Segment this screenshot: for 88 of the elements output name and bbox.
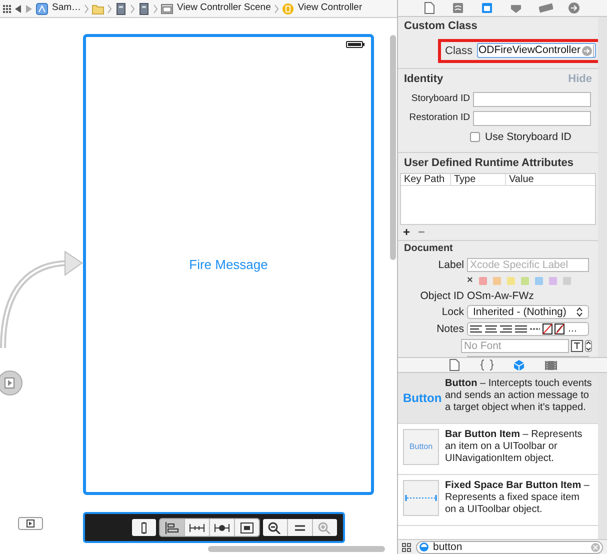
file-icon[interactable] — [448, 359, 462, 371]
section-title: Document — [404, 242, 454, 255]
section-title: User Defined Runtime Attributes — [403, 156, 575, 172]
resize-button[interactable] — [132, 519, 156, 536]
label-field[interactable]: Xcode Specific Label — [467, 258, 589, 272]
field-label: Notes — [436, 322, 464, 335]
cube-icon[interactable] — [512, 359, 526, 371]
zoom-in-icon — [317, 522, 333, 534]
chevron-icon — [274, 4, 279, 14]
color-swatch[interactable] — [534, 276, 543, 285]
color-swatch[interactable] — [562, 276, 571, 285]
text-field[interactable] — [473, 110, 591, 126]
font-picker-icon[interactable] — [571, 340, 583, 352]
color-swatch[interactable] — [520, 276, 529, 285]
controller-icon — [282, 2, 294, 14]
lock-popup[interactable]: Inherited - (Nothing) — [467, 304, 589, 319]
field-label: Lock — [440, 306, 464, 318]
back-icon[interactable] — [14, 4, 22, 14]
breadcrumb-item[interactable]: View Controller Scene — [161, 1, 271, 16]
item-description: Fixed Space Bar Button Item – Represents a fixed space item on a UIToolbar object. — [445, 480, 590, 517]
resizing-icon — [239, 522, 255, 534]
identity-inspector-icon[interactable] — [481, 2, 495, 14]
film-icon[interactable] — [544, 359, 558, 371]
field-label: Class — [445, 44, 473, 58]
color-swatch[interactable] — [548, 276, 557, 285]
library-item[interactable]: Button Button – Intercepts touch events and sends an action message to a target object when it's tapped. — [398, 373, 598, 424]
app-icon — [36, 2, 48, 14]
font-field[interactable]: No Font — [461, 338, 569, 353]
column-header[interactable]: Value — [506, 174, 586, 185]
filter-icon — [419, 542, 429, 552]
vertical-scrollbar[interactable] — [390, 35, 396, 260]
quick-help-icon[interactable] — [452, 2, 466, 14]
attributes-table[interactable]: Key Path Type Value — [400, 172, 596, 225]
chevron-icon — [153, 4, 158, 14]
column-header[interactable]: Type — [451, 174, 506, 185]
battery-icon — [346, 41, 365, 48]
button-preview: Button — [403, 429, 439, 465]
field-label: Storyboard ID — [410, 92, 470, 106]
document-icon[interactable] — [138, 2, 150, 14]
grid-icon[interactable] — [402, 542, 411, 552]
fixed-space-icon — [405, 494, 437, 502]
checkbox-label[interactable]: Use Storyboard ID — [485, 130, 572, 146]
document-icon[interactable] — [115, 2, 128, 14]
section-title: Identity — [404, 72, 444, 87]
arrow-circle-icon[interactable] — [581, 44, 594, 57]
chevron-icon — [130, 4, 136, 14]
text-format-icon[interactable] — [470, 322, 578, 335]
item-description: Button – Intercepts touch events and sends an action message to a target object when it's tapped. — [445, 378, 593, 415]
scene-icon — [161, 2, 174, 14]
notes-format-bar[interactable] — [467, 322, 589, 336]
field-label: Object ID — [419, 290, 464, 302]
class-combo-box[interactable]: ODFireViewController — [476, 43, 596, 58]
folder-icon[interactable] — [92, 2, 104, 14]
search-field[interactable]: button — [416, 540, 603, 554]
breadcrumb-item[interactable]: View Controller — [282, 1, 362, 16]
color-swatch[interactable] — [492, 276, 501, 285]
chevron-icon — [107, 4, 112, 14]
breadcrumb-item[interactable]: Sam… — [36, 1, 82, 16]
item-description: Bar Button Item – Represents an item on a UIToolbar or UINavigationItem object. — [445, 429, 584, 466]
section-title: Custom Class — [404, 19, 478, 34]
zoom-out-icon — [267, 522, 283, 534]
field-label: Restoration ID — [408, 110, 470, 125]
resolve-icon — [214, 522, 230, 534]
clear-icon[interactable] — [591, 542, 600, 552]
scene-entry-icon[interactable] — [0, 369, 24, 397]
pin-icon — [189, 522, 205, 534]
column-header[interactable]: Key Path — [401, 174, 451, 185]
braces-icon[interactable] — [480, 359, 494, 371]
checkbox-box[interactable] — [470, 132, 480, 142]
text-field[interactable] — [473, 92, 591, 106]
horizontal-scrollbar[interactable] — [208, 546, 385, 552]
object-id-value: OSm-Aw-FWz — [467, 290, 534, 302]
grid-icon[interactable] — [3, 4, 11, 12]
field-label: Label — [437, 258, 464, 271]
shield-icon[interactable] — [510, 2, 524, 14]
button-preview: Button — [403, 390, 439, 407]
sidebar-toggle-icon[interactable] — [18, 517, 43, 530]
align-icon — [164, 522, 180, 534]
color-swatch[interactable] — [506, 276, 515, 285]
stepper-icon — [576, 306, 583, 317]
align-button[interactable] — [160, 519, 184, 536]
clear-color-button[interactable]: × — [467, 274, 473, 287]
arrow-circle-icon[interactable] — [568, 2, 582, 14]
add-button[interactable]: + — [403, 226, 410, 238]
chevron-icon — [84, 4, 90, 14]
stepper-icon[interactable] — [585, 340, 592, 352]
color-swatch[interactable] — [478, 276, 487, 285]
file-icon[interactable] — [423, 2, 437, 14]
